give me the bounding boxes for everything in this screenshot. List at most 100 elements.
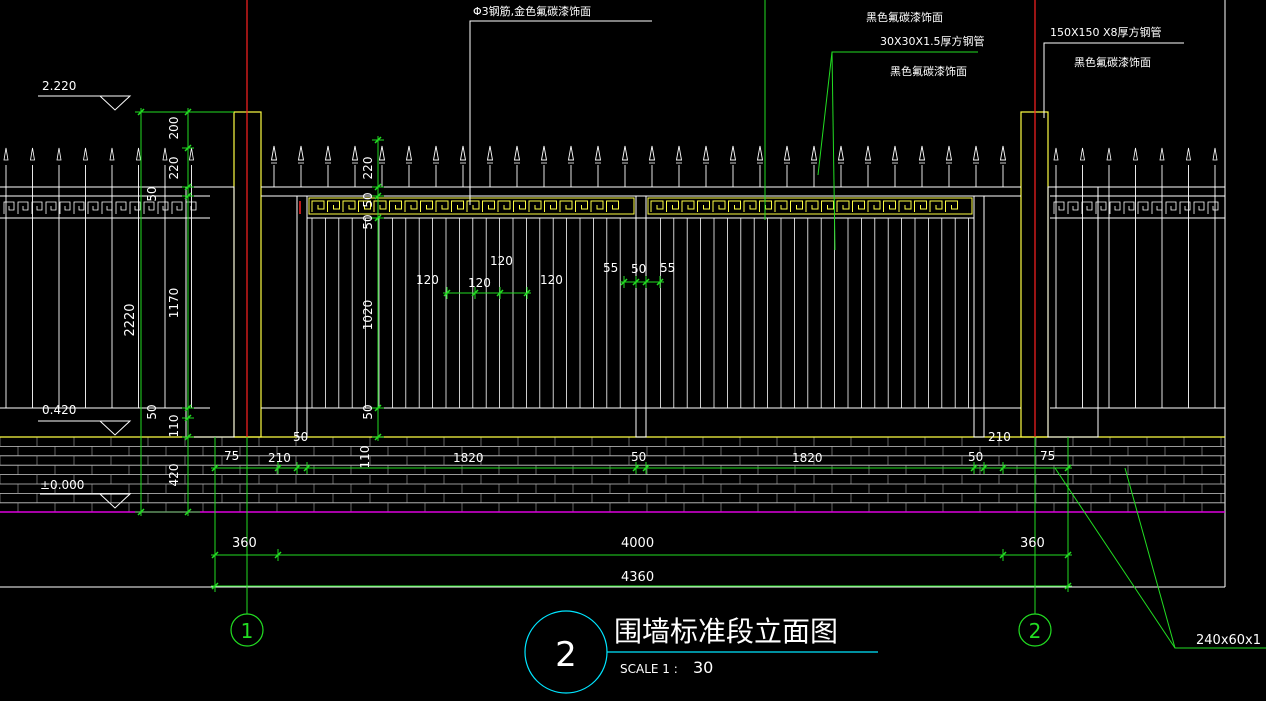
bar-dim-55b: 55 xyxy=(660,261,675,275)
main-mid-post xyxy=(973,195,985,438)
base-dim-75b: 75 xyxy=(1040,449,1055,463)
overall-dim-4360: 4360 xyxy=(621,570,654,585)
main-mid-post xyxy=(296,195,308,438)
spear-tip xyxy=(513,145,521,161)
fluoro-black-note-1: 黑色氟碳漆饰面 xyxy=(866,10,943,24)
axis-label-2: 2 xyxy=(1029,619,1042,643)
greek-key-motif xyxy=(606,200,619,212)
greek-key-motif xyxy=(681,200,695,212)
left-panel-picket-tip xyxy=(83,147,88,161)
left-panel-picket-tip xyxy=(3,147,9,161)
spear-tip xyxy=(621,145,629,161)
spear-tip xyxy=(864,145,872,161)
greek-key-motif xyxy=(697,200,710,212)
base-dim-50b: 50 xyxy=(631,450,646,464)
greek-key-motif xyxy=(528,200,542,212)
scale-value: 30 xyxy=(693,658,713,677)
greek-key-motif xyxy=(389,200,402,212)
spear-tip xyxy=(945,145,953,161)
greek-key-motif xyxy=(482,200,495,212)
greek-key-motif xyxy=(852,200,865,212)
dim-420: 420 xyxy=(167,464,181,487)
greek-key-motif xyxy=(898,200,912,212)
spear-tip xyxy=(837,145,845,161)
greek-key-motif xyxy=(867,200,881,212)
dim-110: 110 xyxy=(167,415,181,438)
base-dim-210a: 210 xyxy=(268,451,291,465)
dim-50b: 50 xyxy=(145,404,159,419)
right-panel-key-pattern xyxy=(1081,201,1093,214)
right-panel-picket-tip xyxy=(1053,147,1059,161)
right-panel-picket-tip xyxy=(1080,147,1085,161)
greek-key-motif xyxy=(451,200,464,212)
spear-tip xyxy=(432,145,440,161)
inner-dim-220: 220 xyxy=(361,157,375,180)
spear-tip xyxy=(972,145,980,161)
drawing-title: 围墙标准段立面图 xyxy=(614,615,838,648)
axis-label-1: 1 xyxy=(241,619,254,643)
left-panel-key-pattern xyxy=(115,201,127,214)
main-mid-post xyxy=(635,195,647,438)
spear-tip xyxy=(297,145,305,161)
spear-tip xyxy=(918,145,926,161)
greek-key-motif xyxy=(650,200,664,212)
picket-dim-4: 120 xyxy=(540,273,563,287)
base-dim-50c: 50 xyxy=(968,450,983,464)
pipe-30-note: 30X30X1.5厚方钢管 xyxy=(880,34,985,48)
greek-key-motif xyxy=(836,200,850,212)
cad-drawing-canvas: 2.220 0.420 ±0.000 Φ3钢筋,金色氟碳漆饰面 黑色氟碳漆饰面 … xyxy=(0,0,1266,697)
greek-key-motif xyxy=(774,200,788,212)
base-dim-1820a: 1820 xyxy=(453,451,484,465)
dim-1170: 1170 xyxy=(167,288,181,319)
greek-key-motif xyxy=(544,200,557,212)
drawing-frame xyxy=(0,0,1226,588)
spear-tip xyxy=(351,145,359,161)
spear-tip xyxy=(567,145,575,161)
picket-dim-1: 120 xyxy=(416,273,439,287)
dim-200: 200 xyxy=(167,117,181,140)
base-dims: 75 210 50 110 1820 50 1820 50 210 75 xyxy=(224,430,1055,468)
base-dim-1820b: 1820 xyxy=(792,451,823,465)
greek-key-motif xyxy=(712,200,726,212)
spear-tip xyxy=(486,145,494,161)
inner-dim-50c: 50 xyxy=(361,404,375,419)
title-block: 2 围墙标准段立面图 SCALE 1 : 30 xyxy=(524,610,878,694)
greek-key-motif xyxy=(327,200,340,212)
left-panel-picket-tip xyxy=(136,147,141,161)
spear-tip xyxy=(540,145,548,161)
greek-key-band xyxy=(647,197,973,215)
right-panel-key-pattern xyxy=(1067,201,1079,214)
fluoro-black-note-2: 黑色氟碳漆饰面 xyxy=(890,64,967,78)
detail-number: 2 xyxy=(555,635,577,675)
greek-key-motif xyxy=(929,200,943,212)
greek-key-motif xyxy=(373,200,387,212)
spear-tip xyxy=(810,145,818,161)
left-panel-key-pattern xyxy=(171,201,183,214)
dim-50: 50 xyxy=(145,186,159,201)
spear-tip xyxy=(594,145,602,161)
right-panel-key-pattern xyxy=(1193,201,1205,214)
right-panel-picket-tip xyxy=(1106,147,1112,161)
greek-key-motif xyxy=(497,200,511,212)
right-panel-key-pattern xyxy=(1165,201,1177,214)
right-panel-picket-tip xyxy=(1133,147,1138,161)
greek-key-motif xyxy=(513,200,526,212)
inner-dim-1020: 1020 xyxy=(361,300,375,331)
greek-key-motif xyxy=(420,200,433,212)
greek-key-motif xyxy=(466,200,480,212)
left-panel-key-pattern xyxy=(45,201,57,214)
spear-tip xyxy=(324,145,332,161)
spear-tip xyxy=(648,145,656,161)
scale-label: SCALE 1 : xyxy=(620,662,678,676)
left-panel-picket-tip xyxy=(30,147,35,161)
rod-note: Φ3钢筋,金色氟碳漆饰面 xyxy=(473,4,591,18)
fluoro-black-note-3: 黑色氟碳漆饰面 xyxy=(1074,55,1151,69)
dimension-lines xyxy=(135,108,1072,592)
elevation-mid: 0.420 xyxy=(42,403,76,417)
bottom-dims: 360 4000 360 4360 xyxy=(232,536,1045,585)
spear-tip xyxy=(675,145,683,161)
dim-220: 220 xyxy=(167,157,181,180)
spear-tip xyxy=(756,145,764,161)
spear-tip xyxy=(378,145,386,161)
spear-tip xyxy=(270,145,278,161)
